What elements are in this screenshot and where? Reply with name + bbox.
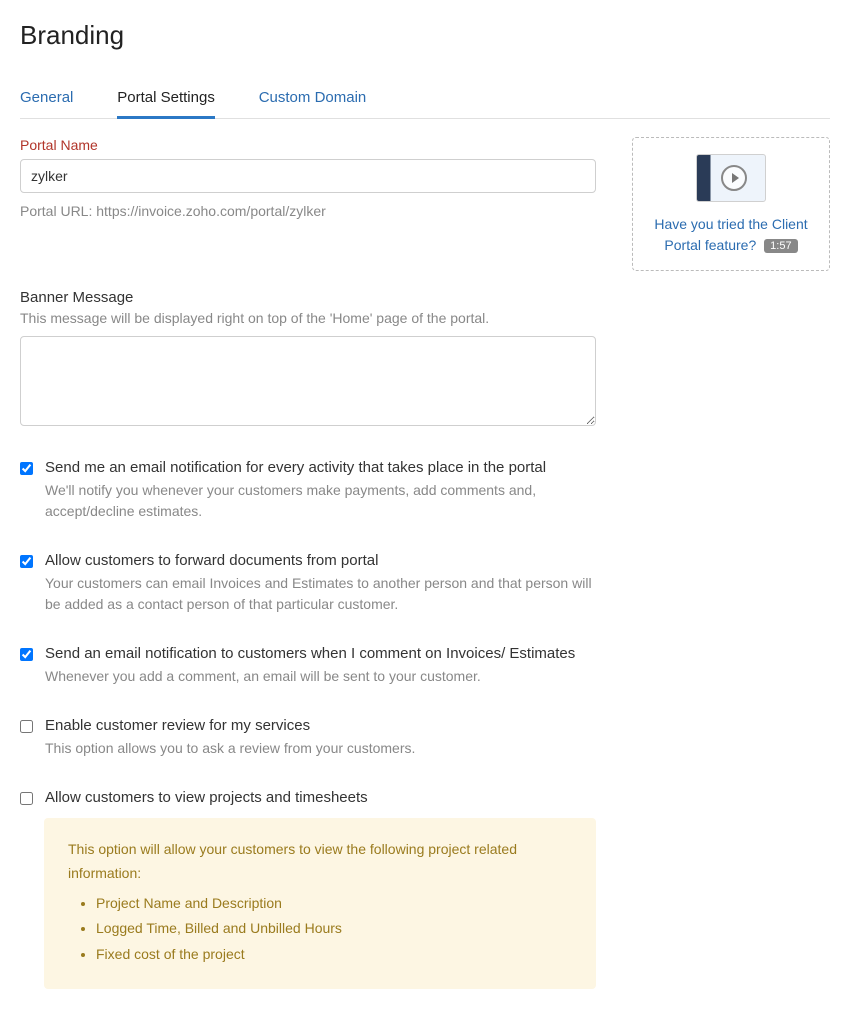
promo-video-thumb[interactable]	[696, 154, 766, 202]
forward-docs-title: Allow customers to forward documents fro…	[45, 552, 596, 569]
tab-custom-domain[interactable]: Custom Domain	[259, 79, 367, 116]
info-item: Project Name and Description	[96, 892, 572, 916]
customer-review-title: Enable customer review for my services	[45, 717, 596, 734]
play-icon	[721, 165, 747, 191]
promo-duration: 1:57	[764, 239, 797, 253]
banner-textarea[interactable]	[20, 336, 596, 426]
info-item: Logged Time, Billed and Unbilled Hours	[96, 917, 572, 941]
checkbox-view-projects[interactable]	[20, 792, 33, 805]
checkbox-customer-review[interactable]	[20, 720, 33, 733]
promo-box: Have you tried the Client Portal feature…	[632, 137, 830, 271]
checkbox-email-activity[interactable]	[20, 462, 33, 475]
page-title: Branding	[20, 20, 830, 51]
customer-review-desc: This option allows you to ask a review f…	[45, 738, 596, 759]
view-projects-info: This option will allow your customers to…	[44, 818, 596, 989]
portal-name-label: Portal Name	[20, 137, 596, 153]
banner-label: Banner Message	[20, 289, 596, 306]
comment-notify-title: Send an email notification to customers …	[45, 645, 596, 662]
email-activity-title: Send me an email notification for every …	[45, 459, 596, 476]
comment-notify-desc: Whenever you add a comment, an email wil…	[45, 666, 596, 687]
tabs: General Portal Settings Custom Domain	[20, 79, 830, 119]
info-item: Fixed cost of the project	[96, 943, 572, 967]
tab-general[interactable]: General	[20, 79, 73, 116]
portal-url-text: Portal URL: https://invoice.zoho.com/por…	[20, 203, 596, 219]
portal-name-input[interactable]	[20, 159, 596, 193]
tab-portal-settings[interactable]: Portal Settings	[117, 79, 215, 119]
checkbox-comment-notify[interactable]	[20, 648, 33, 661]
view-projects-info-intro: This option will allow your customers to…	[68, 841, 517, 881]
forward-docs-desc: Your customers can email Invoices and Es…	[45, 573, 596, 615]
checkbox-forward-docs[interactable]	[20, 555, 33, 568]
banner-desc: This message will be displayed right on …	[20, 310, 596, 326]
email-activity-desc: We'll notify you whenever your customers…	[45, 480, 596, 522]
view-projects-title: Allow customers to view projects and tim…	[45, 789, 596, 806]
